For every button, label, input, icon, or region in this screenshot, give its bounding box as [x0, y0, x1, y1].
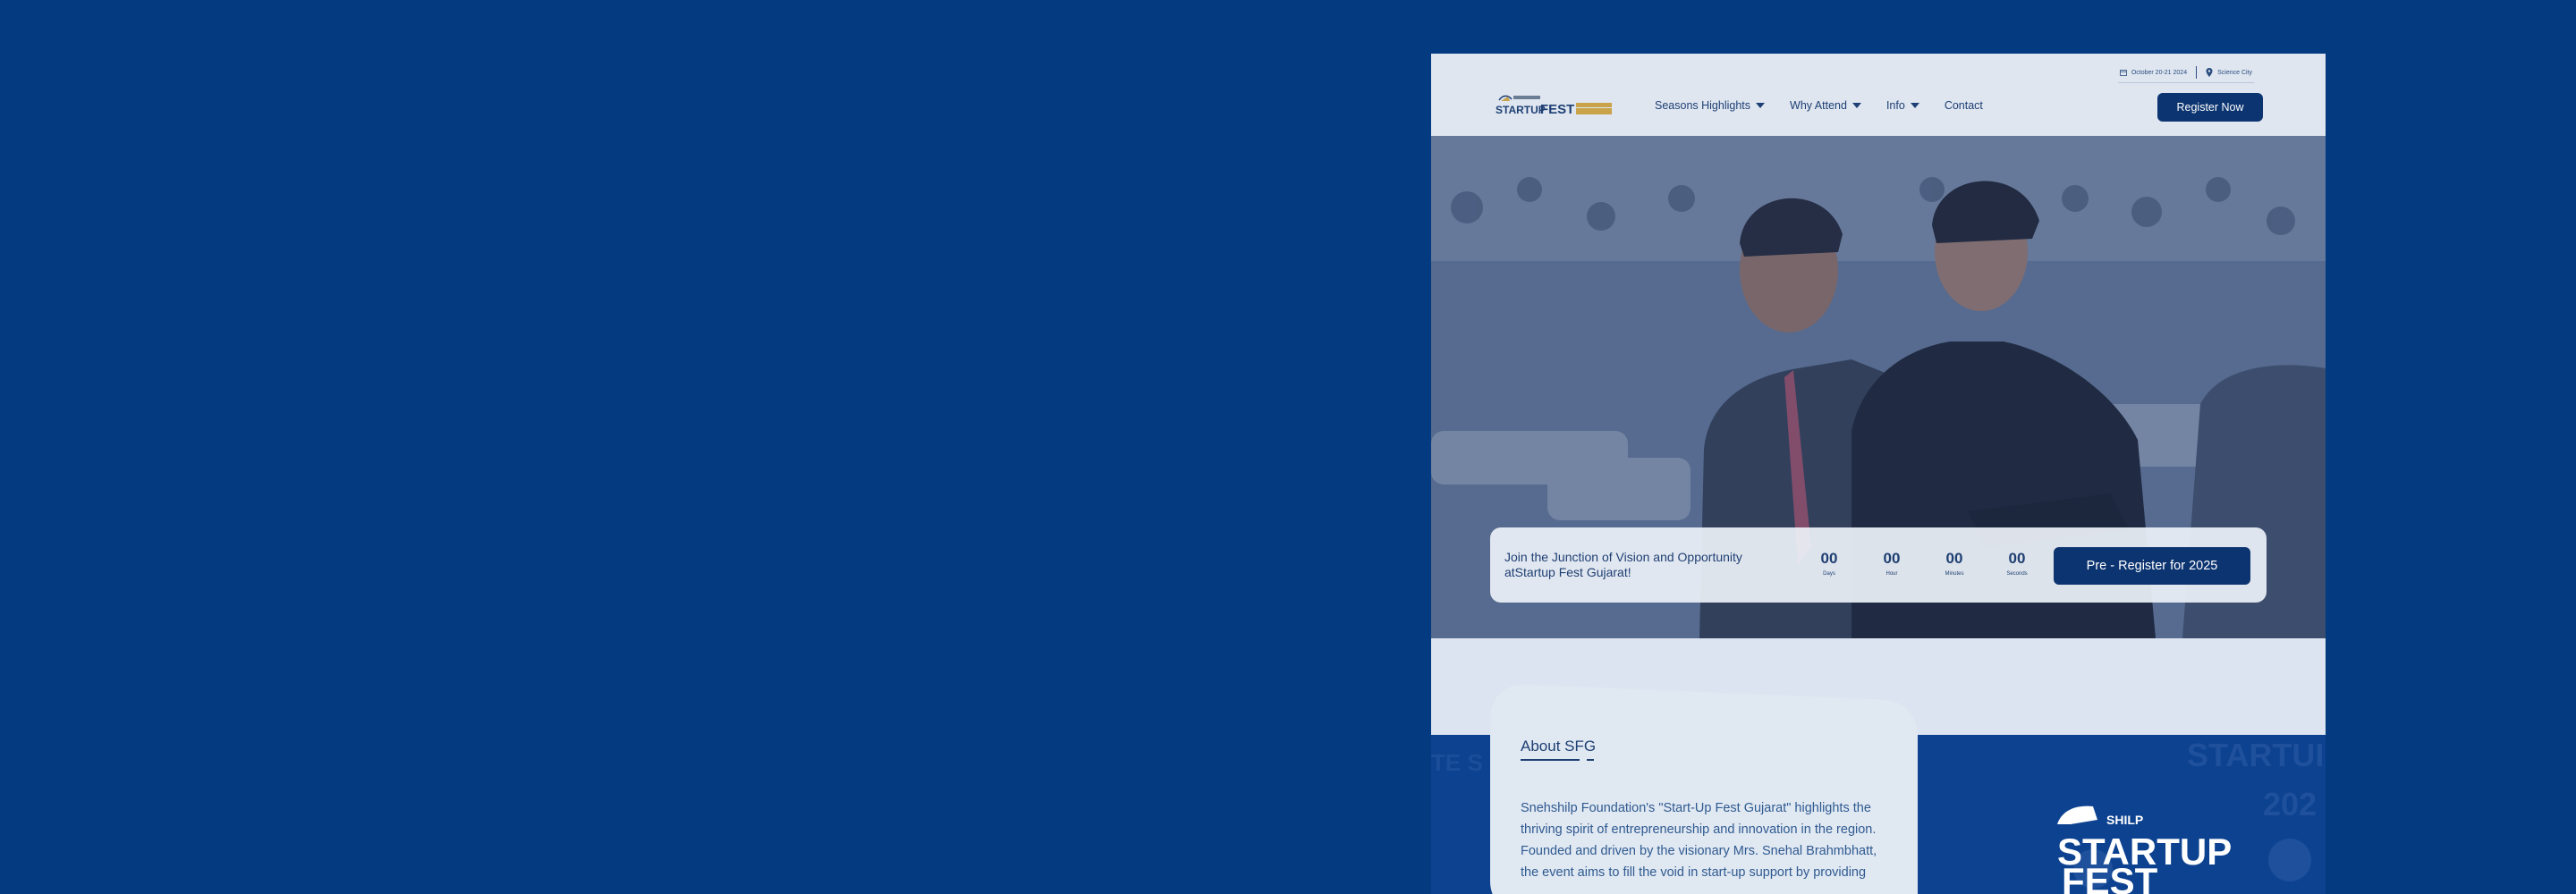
countdown-label: Seconds: [2006, 571, 2028, 577]
nav-label: Info: [1885, 99, 1905, 112]
register-now-button[interactable]: Register Now: [2157, 93, 2263, 122]
countdown-seconds: 00 Seconds: [1995, 550, 2039, 577]
countdown-label: Minutes: [1945, 571, 1964, 577]
countdown-value: 00: [1945, 550, 1963, 567]
svg-text:TE S: TE S: [1431, 749, 1483, 776]
svg-text:202: 202: [2263, 786, 2317, 822]
nav-label: Contact: [1944, 99, 1983, 112]
svg-text:FEST: FEST: [2062, 860, 2158, 894]
nav-why-attend[interactable]: Why Attend: [1790, 99, 1861, 112]
countdown-value: 00: [1883, 550, 1901, 567]
about-title: About SFG: [1521, 738, 1597, 755]
event-location: Science City: [2206, 68, 2252, 77]
caret-down-icon: [1852, 103, 1861, 108]
svg-text:SHILP: SHILP: [2106, 813, 2143, 827]
countdown-label: Hour: [1885, 571, 1898, 577]
countdown-hours: 00 Hour: [1869, 550, 1914, 577]
event-date-text: October 20-21 2024: [2131, 69, 2188, 76]
about-body: Snehshilp Foundation's "Start-Up Fest Gu…: [1521, 801, 1877, 880]
underline-long: [1521, 759, 1580, 761]
countdown-minutes: 00 Minutes: [1932, 550, 1977, 577]
topbar-divider: [2196, 66, 2198, 79]
underline-short: [1587, 759, 1594, 761]
event-location-text: Science City: [2217, 69, 2252, 76]
countdown-label: Days: [1823, 571, 1835, 577]
site-header: October 20-21 2024 Science City STARTUP …: [1431, 54, 2326, 136]
pre-register-button[interactable]: Pre - Register for 2025: [2054, 547, 2250, 585]
calendar-icon: [2119, 70, 2127, 76]
event-date: October 20-21 2024: [2119, 69, 2188, 76]
caret-down-icon: [1910, 103, 1919, 108]
about-section: About SFG Snehshilp Foundation's "Start-…: [1521, 738, 1896, 883]
svg-text:FEST: FEST: [1540, 102, 1574, 117]
nav-contact[interactable]: Contact: [1945, 99, 1983, 112]
location-pin-icon: [2206, 68, 2213, 77]
nav-seasons-highlights[interactable]: Seasons Highlights: [1655, 99, 1766, 112]
topbar-underline: [2117, 82, 2254, 83]
top-info-bar: October 20-21 2024 Science City: [2117, 65, 2254, 83]
svg-text:STARTUP: STARTUP: [1496, 104, 1546, 116]
countdown-days: 00 Days: [1807, 550, 1852, 577]
caret-down-icon: [1756, 103, 1766, 108]
countdown-value: 00: [2008, 550, 2026, 567]
startup-fest-logo[interactable]: STARTUP FEST: [1496, 91, 1614, 118]
main-nav: Seasons Highlights Why Attend Info Conta…: [1655, 99, 1983, 112]
countdown-cta-card: Join the Junction of Vision and Opportun…: [1490, 527, 2267, 603]
nav-label: Seasons Highlights: [1655, 99, 1751, 112]
hero-section: Join the Junction of Vision and Opportun…: [1431, 136, 2326, 638]
cta-text: Join the Junction of Vision and Opportun…: [1504, 550, 1742, 579]
nav-label: Why Attend: [1790, 99, 1847, 112]
svg-text:STARTUI: STARTUI: [2187, 737, 2324, 773]
nav-info[interactable]: Info: [1886, 99, 1919, 112]
title-underline: [1521, 759, 1594, 762]
countdown-value: 00: [1820, 550, 1838, 567]
